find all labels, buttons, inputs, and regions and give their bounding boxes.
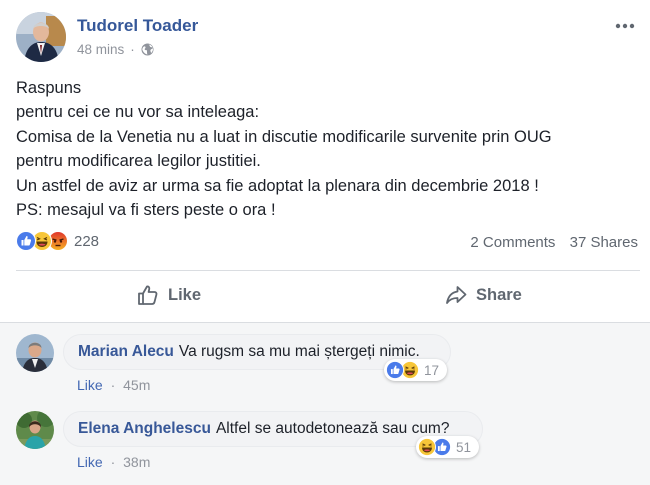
commenter-name[interactable]: Elena Anghelescu — [78, 420, 211, 438]
comment-like-link[interactable]: Like — [77, 377, 103, 393]
post-time[interactable]: 48 mins — [77, 42, 124, 57]
comments-count-link[interactable]: 2 Comments — [470, 234, 555, 251]
haha-reaction-icon — [418, 438, 436, 456]
comments-section: Marian Alecu Va rugsm sa mu mai ștergeți… — [0, 322, 650, 485]
comment-meta: Like · 38m — [77, 454, 150, 470]
reaction-count[interactable]: 228 — [74, 233, 99, 250]
author-avatar[interactable] — [16, 12, 66, 62]
thumbs-up-icon — [136, 283, 168, 307]
post-meta: 48 mins · — [77, 42, 154, 57]
post-line: Comisa de la Venetia nu a luat in discut… — [16, 127, 552, 146]
like-reaction-icon — [16, 231, 36, 251]
action-bar: Like Share — [16, 272, 640, 318]
comment-text: Altfel se autodetonează sau cum? — [215, 420, 450, 437]
post-line: pentru cei ce nu vor sa inteleaga: — [16, 103, 260, 122]
post-text: Raspuns pentru cei ce nu vor sa inteleag… — [16, 76, 636, 222]
meta-separator: · — [110, 454, 116, 470]
comment-time[interactable]: 45m — [123, 377, 150, 393]
share-arrow-icon — [444, 283, 476, 307]
post-line: Raspuns — [16, 79, 82, 97]
post-line: pentru modificarea legilor justitiei. — [16, 152, 261, 171]
globe-icon — [141, 43, 154, 56]
comment-reaction-count: 51 — [456, 439, 472, 455]
post-header: Tudorel Toader 48 mins · — [16, 12, 636, 64]
meta-separator: · — [110, 377, 116, 393]
more-options-icon[interactable] — [614, 18, 636, 34]
reaction-summary[interactable]: 228 — [16, 231, 99, 251]
post-line: PS: mesajul va fi sters peste o ora ! — [16, 201, 276, 220]
commenter-name[interactable]: Marian Alecu — [78, 343, 174, 361]
commenter-avatar[interactable] — [16, 334, 54, 372]
share-button[interactable]: Share — [444, 272, 522, 318]
comment-time[interactable]: 38m — [123, 454, 150, 470]
comment-text: Va rugsm sa mu mai ștergeți nimic. — [178, 343, 420, 360]
like-button[interactable]: Like — [136, 272, 201, 318]
divider — [16, 270, 640, 271]
engagement-counts: 2 Comments 37 Shares — [470, 234, 638, 251]
comment-like-link[interactable]: Like — [77, 454, 103, 470]
author-name[interactable]: Tudorel Toader — [77, 16, 198, 36]
comment-meta: Like · 45m — [77, 377, 150, 393]
meta-separator: · — [130, 42, 135, 57]
commenter-avatar[interactable] — [16, 411, 54, 449]
like-reaction-icon — [386, 361, 404, 379]
like-button-label: Like — [168, 285, 202, 304]
comment-reactions[interactable]: 17 — [384, 359, 448, 381]
comment-reactions[interactable]: 51 — [416, 436, 480, 458]
share-button-label: Share — [476, 285, 522, 304]
shares-count-link[interactable]: 37 Shares — [570, 234, 638, 251]
comment-reaction-count: 17 — [424, 362, 440, 378]
post-line: Un astfel de aviz ar urma sa fie adoptat… — [16, 176, 539, 195]
post-stats: 228 2 Comments 37 Shares — [16, 231, 638, 257]
